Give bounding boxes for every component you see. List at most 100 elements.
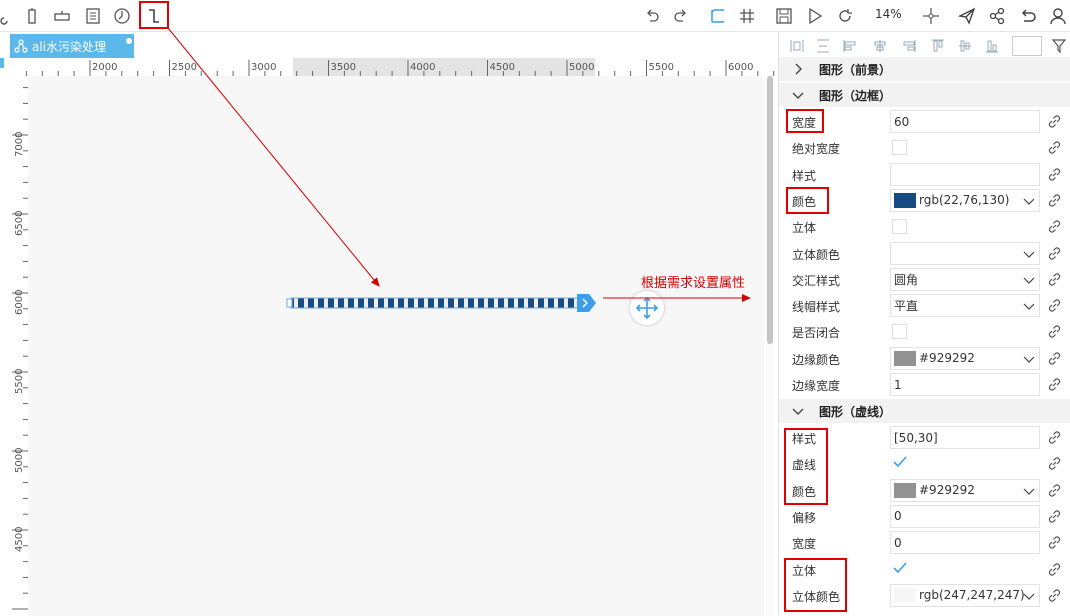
link-icon[interactable] bbox=[1047, 272, 1062, 287]
ruler-label: 4500 bbox=[490, 62, 515, 73]
color-select[interactable]: rgb(247,247,247) bbox=[890, 583, 1040, 607]
vertical-ruler: 7000 6500 6000 5500 5000 4500 bbox=[10, 76, 28, 616]
grid-icon[interactable] bbox=[735, 4, 759, 28]
align-right-icon[interactable] bbox=[901, 38, 917, 54]
row-icon[interactable] bbox=[50, 4, 74, 28]
tab-label: ali水污染处理 bbox=[32, 39, 107, 54]
color-select[interactable]: #929292 bbox=[890, 346, 1040, 370]
ruler-label: 2500 bbox=[172, 62, 197, 73]
property-input[interactable]: 0 bbox=[890, 504, 1040, 528]
connector-tool-highlight bbox=[139, 1, 169, 29]
property-checkbox[interactable] bbox=[892, 140, 907, 156]
link-icon[interactable] bbox=[1047, 193, 1062, 208]
property-label: 边缘颜色 bbox=[792, 352, 841, 367]
property-select[interactable]: 圆角 bbox=[890, 267, 1040, 291]
clock-icon[interactable] bbox=[110, 4, 134, 28]
align-value-box[interactable] bbox=[1012, 36, 1042, 56]
align-left-icon[interactable] bbox=[842, 38, 858, 54]
zoom-level[interactable]: 14% bbox=[875, 7, 902, 21]
align-center-icon[interactable] bbox=[872, 38, 888, 54]
pipe-shape[interactable] bbox=[286, 294, 596, 312]
undo-icon[interactable] bbox=[640, 4, 664, 28]
link-icon[interactable] bbox=[1047, 246, 1062, 261]
property-label: 绝对宽度 bbox=[792, 142, 841, 157]
input-value: [50,30] bbox=[894, 430, 938, 445]
share-icon[interactable] bbox=[985, 4, 1009, 28]
align-center-h-icon[interactable] bbox=[815, 38, 831, 54]
property-checkbox[interactable] bbox=[892, 324, 907, 340]
tab-document[interactable]: ali水污染处理 bbox=[10, 34, 134, 58]
frame-icon[interactable] bbox=[706, 4, 730, 28]
property-input[interactable] bbox=[890, 162, 1040, 186]
brush-icon[interactable] bbox=[0, 4, 16, 28]
link-icon[interactable] bbox=[1047, 298, 1062, 313]
link-icon[interactable] bbox=[1047, 535, 1062, 550]
link-icon[interactable] bbox=[1047, 509, 1062, 524]
link-icon[interactable] bbox=[1047, 114, 1062, 129]
chevron-down-icon bbox=[1023, 593, 1035, 600]
align-left-edges-icon[interactable] bbox=[789, 38, 805, 54]
section-header[interactable]: 图形（边框） bbox=[779, 83, 1070, 107]
filter-icon[interactable] bbox=[1051, 38, 1067, 54]
refresh-icon[interactable] bbox=[833, 4, 857, 28]
link-icon[interactable] bbox=[1047, 562, 1062, 577]
color-swatch bbox=[894, 350, 916, 366]
property-input[interactable]: [50,30] bbox=[890, 426, 1040, 449]
user-icon[interactable] bbox=[1046, 4, 1070, 28]
property-label: 线帽样式 bbox=[792, 300, 841, 315]
move-icon[interactable] bbox=[919, 4, 943, 28]
checkmark-icon[interactable] bbox=[892, 454, 908, 470]
link-icon[interactable] bbox=[1047, 351, 1062, 366]
property-input[interactable]: 60 bbox=[890, 110, 1040, 133]
color-select[interactable]: #929292 bbox=[890, 478, 1040, 502]
property-row: 偏移 0 bbox=[779, 504, 1070, 530]
back-icon[interactable] bbox=[1016, 4, 1040, 28]
top-toolbar: 14% bbox=[0, 0, 1070, 32]
link-icon[interactable] bbox=[1047, 377, 1062, 392]
property-label: 偏移 bbox=[792, 510, 817, 525]
color-value: rgb(22,76,130) bbox=[919, 193, 1010, 208]
scrollbar-thumb[interactable] bbox=[767, 76, 773, 344]
property-row: 交汇样式 圆角 bbox=[779, 267, 1070, 293]
property-select[interactable]: 平直 bbox=[890, 294, 1040, 318]
select-value: 平直 bbox=[894, 299, 919, 314]
play-icon[interactable] bbox=[803, 4, 827, 28]
drawing-canvas[interactable] bbox=[28, 76, 764, 616]
column-icon[interactable] bbox=[20, 4, 44, 28]
link-icon[interactable] bbox=[1047, 219, 1062, 234]
canvas-scrollbar[interactable] bbox=[766, 76, 774, 616]
ruler-label: 6000 bbox=[728, 62, 753, 73]
property-select[interactable] bbox=[890, 241, 1040, 265]
color-select[interactable]: rgb(22,76,130) bbox=[890, 188, 1040, 212]
link-icon[interactable] bbox=[1047, 140, 1062, 155]
ruler-label: 4000 bbox=[410, 62, 435, 73]
property-label: 立体 bbox=[792, 221, 817, 236]
link-icon[interactable] bbox=[1047, 324, 1062, 339]
link-icon[interactable] bbox=[1047, 483, 1062, 498]
document-icon[interactable] bbox=[81, 4, 105, 28]
property-label: 是否闭合 bbox=[792, 326, 841, 341]
save-icon[interactable] bbox=[772, 4, 796, 28]
property-input[interactable]: 1 bbox=[890, 373, 1040, 396]
align-bottom-icon[interactable] bbox=[984, 38, 1000, 54]
section-title: 图形（边框） bbox=[819, 88, 892, 103]
move-handle-icon[interactable] bbox=[630, 291, 664, 325]
property-label: 宽度 bbox=[792, 537, 817, 552]
section-header[interactable]: 图形（前景） bbox=[779, 57, 1070, 81]
align-middle-icon[interactable] bbox=[957, 38, 973, 54]
align-top-icon[interactable] bbox=[930, 38, 946, 54]
section-header[interactable]: 图形（虚线） bbox=[779, 399, 1070, 423]
send-icon[interactable] bbox=[955, 4, 979, 28]
chevron-down-icon bbox=[1023, 277, 1035, 284]
link-icon[interactable] bbox=[1047, 456, 1062, 471]
ruler-label: 5000 bbox=[569, 62, 594, 73]
redo-icon[interactable] bbox=[669, 4, 693, 28]
link-icon[interactable] bbox=[1047, 167, 1062, 182]
property-checkbox[interactable] bbox=[892, 219, 907, 235]
property-row: 是否闭合 bbox=[779, 319, 1070, 345]
link-icon[interactable] bbox=[1047, 430, 1062, 445]
property-input[interactable]: 0 bbox=[890, 531, 1040, 555]
checkmark-icon[interactable] bbox=[892, 560, 908, 576]
link-icon[interactable] bbox=[1047, 588, 1062, 603]
ruler-label: 6500 bbox=[14, 211, 25, 236]
